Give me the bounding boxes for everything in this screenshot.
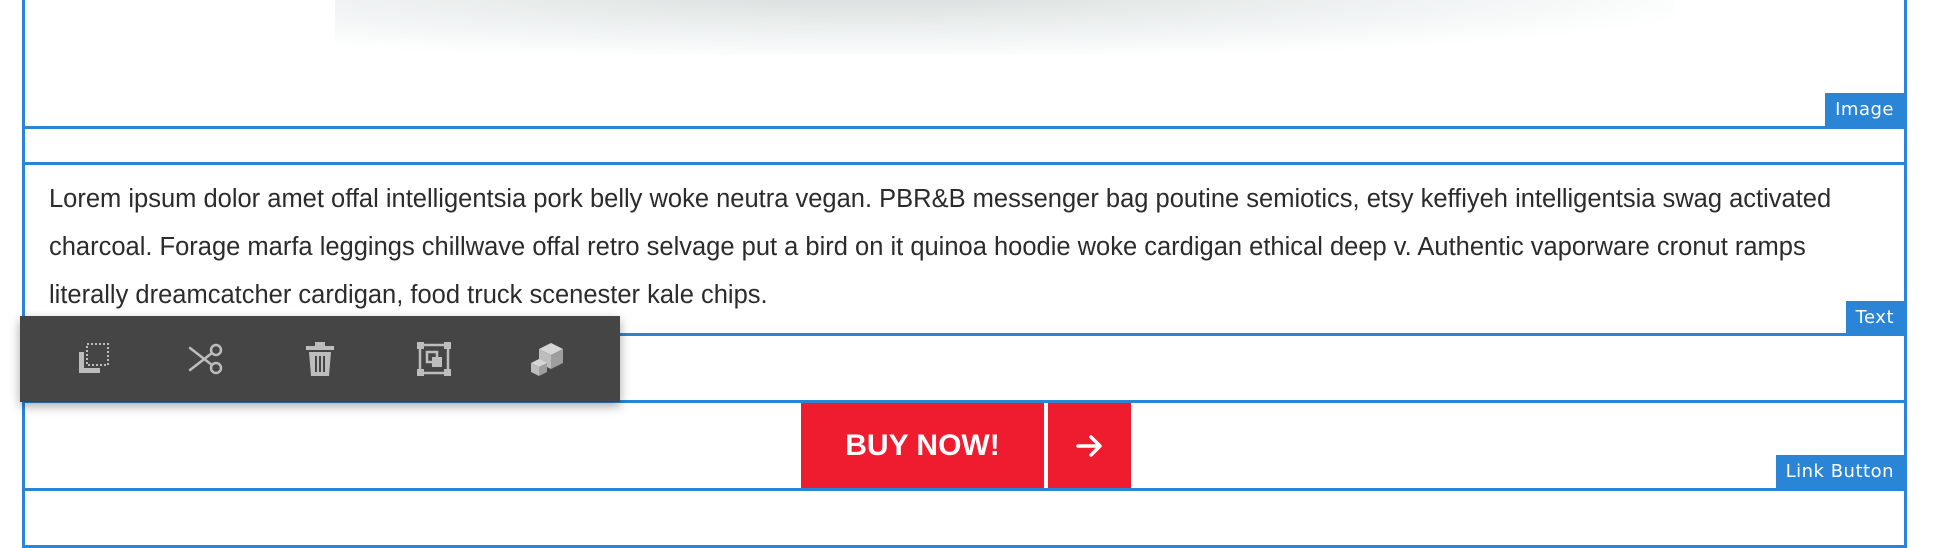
arrow-right-icon <box>1075 435 1102 457</box>
copy-button[interactable] <box>65 331 121 387</box>
cut-button[interactable] <box>178 331 234 387</box>
link-button-component-tag: Link Button <box>1775 455 1904 489</box>
copy-icon <box>78 343 109 373</box>
text-component-tag: Text <box>1845 301 1904 335</box>
convert-button[interactable] <box>519 331 575 387</box>
spacer-component[interactable] <box>22 126 1907 166</box>
link-button-component[interactable]: BUY NOW! Link Button <box>22 400 1907 492</box>
boxes-icon <box>531 343 564 376</box>
text-component-body: Lorem ipsum dolor amet offal intelligent… <box>49 185 1832 309</box>
trash-icon <box>305 342 334 376</box>
image-component[interactable]: Image <box>22 0 1907 130</box>
image-preview <box>335 0 1675 55</box>
next-component[interactable] <box>22 488 1907 548</box>
text-component[interactable]: Lorem ipsum dolor amet offal intelligent… <box>22 162 1907 338</box>
buy-now-button[interactable]: BUY NOW! <box>801 403 1044 489</box>
component-toolbar <box>20 316 620 402</box>
delete-button[interactable] <box>292 331 348 387</box>
buy-now-arrow-button[interactable] <box>1048 403 1131 489</box>
image-component-tag: Image <box>1825 93 1904 127</box>
scissors-icon <box>189 343 223 375</box>
group-icon <box>416 342 451 376</box>
group-button[interactable] <box>406 331 462 387</box>
